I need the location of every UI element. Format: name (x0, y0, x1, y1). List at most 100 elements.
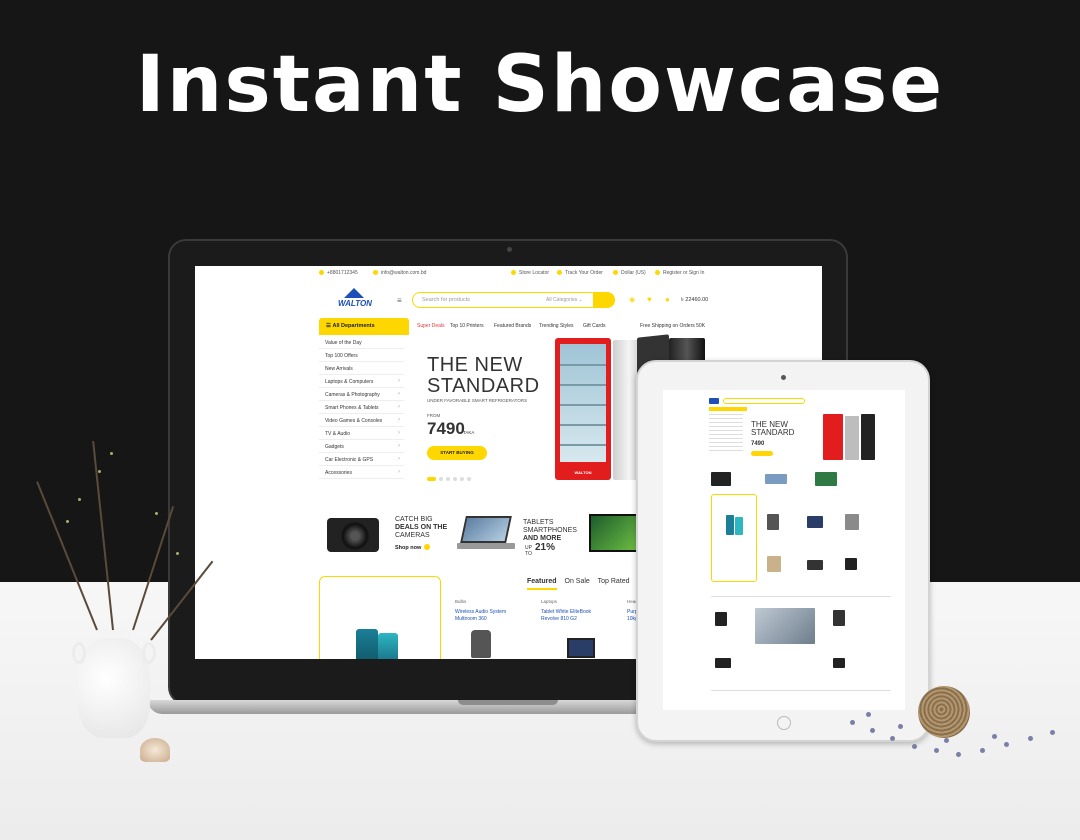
tablet-fridge-image (823, 414, 843, 460)
tablet-fridge-image (861, 414, 875, 460)
top-bar: +8801712345 info@walton.com.bd Store Loc… (195, 266, 822, 280)
department-item[interactable]: Accessories › (319, 466, 404, 479)
category-dropdown[interactable]: All Categories ⌄ (546, 297, 583, 303)
department-label: Top 100 Offers (325, 353, 358, 359)
tablet-hero-price: 7490 (751, 441, 765, 447)
hero-subtitle: UNDER FAVORABLE SMART REFRIGERATORS (427, 398, 528, 403)
department-label: Smart Phones & Tablets (325, 405, 379, 411)
cart-total: ৳ 22460.00 (681, 297, 709, 303)
tab-on-sale[interactable]: On Sale (565, 578, 590, 585)
department-item[interactable]: Smart Phones & Tablets › (319, 401, 404, 414)
tablet-tv-promo (815, 472, 837, 486)
chevron-right-icon: › (398, 456, 400, 462)
laptop-promo-image (457, 516, 517, 552)
department-item[interactable]: Gadgets › (319, 440, 404, 453)
headline: Instant Showcase (135, 40, 945, 130)
product-category[interactable]: Bulbs (455, 599, 466, 604)
product-name[interactable]: Wireless Audio System Multiroom 360 (455, 609, 506, 623)
tablet-logo (709, 398, 719, 404)
shop-now-link[interactable]: Shop now (395, 544, 431, 551)
tablet-departments-button[interactable] (709, 407, 747, 411)
camera-promo-line3: CAMERAS (395, 532, 430, 539)
tablet-tv-image (755, 608, 815, 644)
location-pin-icon (511, 270, 516, 275)
nav-trending-styles[interactable]: Trending Styles (539, 323, 574, 329)
tablet-search-bar[interactable] (723, 398, 805, 404)
twine-ball (918, 686, 970, 738)
department-item[interactable]: Car Electronic & GPS › (319, 453, 404, 466)
dollar-icon (613, 270, 618, 275)
logo-mark-icon (344, 288, 364, 298)
speaker-image (471, 630, 491, 658)
nav-top-printers[interactable]: Top 10 Printers (450, 323, 484, 329)
tablet-product-image (767, 514, 779, 530)
tab-top-rated[interactable]: Top Rated (598, 578, 630, 585)
tablet-camera-promo (711, 472, 731, 486)
slider-dots[interactable] (427, 477, 474, 483)
department-item[interactable]: Cameras & Photography › (319, 388, 404, 401)
nav-gift-cards[interactable]: Gift Cards (583, 323, 606, 329)
department-item[interactable]: New Arrivals (319, 362, 404, 375)
cart-icon[interactable]: ● (665, 295, 670, 304)
chevron-right-icon: › (398, 404, 400, 410)
camera-promo-line1: CATCH BIG (395, 516, 433, 523)
nav-free-shipping[interactable]: Free Shipping on Orders 50K (640, 323, 705, 329)
tablet-product-image (715, 658, 731, 668)
email-link[interactable]: info@walton.com.bd (373, 270, 426, 276)
track-order-link[interactable]: Track Your Order (557, 270, 603, 276)
white-vase (72, 628, 156, 740)
phone-image (378, 633, 398, 659)
store-locator-link[interactable]: Store Locator (511, 270, 549, 276)
tablet-promo-line1: TABLETS (523, 519, 554, 526)
all-departments-button[interactable]: ☰ All Departments (319, 318, 409, 335)
department-item[interactable]: Laptops & Computers › (319, 375, 404, 388)
nav-featured-brands[interactable]: Featured Brands (494, 323, 531, 329)
departments-list: Value of the Day Top 100 Offers New Arri… (319, 336, 404, 479)
discount-percent: 21% (535, 542, 556, 553)
chevron-right-icon: › (398, 469, 400, 475)
tablet-cta-button[interactable] (751, 451, 773, 456)
chevron-right-icon: › (398, 430, 400, 436)
tv-promo-image (589, 514, 641, 552)
tablet-product-image (845, 514, 859, 530)
featured-product-card[interactable] (319, 576, 441, 659)
department-label: New Arrivals (325, 366, 353, 372)
department-item[interactable]: TV & Audio › (319, 427, 404, 440)
wishlist-icon[interactable]: ♥ (647, 295, 652, 304)
department-label: TV & Audio (325, 431, 351, 437)
search-bar[interactable]: Search for products All Categories ⌄ (412, 292, 615, 308)
phone-image (356, 629, 378, 659)
camera-image (327, 510, 385, 556)
mail-icon (373, 270, 378, 275)
phone-link[interactable]: +8801712345 (319, 270, 358, 276)
product-category[interactable]: Laptops (541, 599, 557, 604)
department-item[interactable]: Top 100 Offers (319, 349, 404, 362)
department-label: Cameras & Photography (325, 392, 380, 398)
truck-icon (557, 270, 562, 275)
search-input[interactable]: Search for products (422, 297, 470, 303)
nav-super-deals[interactable]: Super Deals (417, 323, 445, 329)
tab-featured[interactable]: Featured (527, 578, 557, 585)
product-name[interactable]: Tablet White EliteBook Revolve 810 G2 (541, 609, 591, 623)
tablet-featured-card[interactable] (711, 494, 757, 582)
compare-icon[interactable]: ◈ (629, 295, 635, 304)
department-label: Accessories (325, 470, 352, 476)
hamburger-menu-icon[interactable]: ≡ (397, 296, 402, 305)
tablet-screen: THE NEW STANDARD 7490 (663, 390, 905, 710)
tablet-product-image (767, 556, 781, 572)
laptop-notch (458, 700, 558, 705)
chevron-right-icon: › (398, 443, 400, 449)
department-item[interactable]: Value of the Day (319, 336, 404, 349)
tablet-promo-line2: SMARTPHONES (523, 527, 577, 534)
department-item[interactable]: Video Games & Consoles › (319, 414, 404, 427)
account-link[interactable]: Register or Sign In (655, 270, 704, 276)
seashell (140, 738, 170, 762)
walton-logo[interactable]: WALTON (335, 288, 375, 310)
currency-selector[interactable]: Dollar (US) (613, 270, 646, 276)
search-button[interactable] (593, 292, 615, 308)
tablet-product-image (833, 658, 845, 668)
logo-text: WALTON (338, 299, 372, 308)
laptop-image (567, 638, 595, 658)
start-buying-button[interactable]: START BUYING (427, 446, 487, 460)
chevron-right-icon: › (398, 378, 400, 384)
